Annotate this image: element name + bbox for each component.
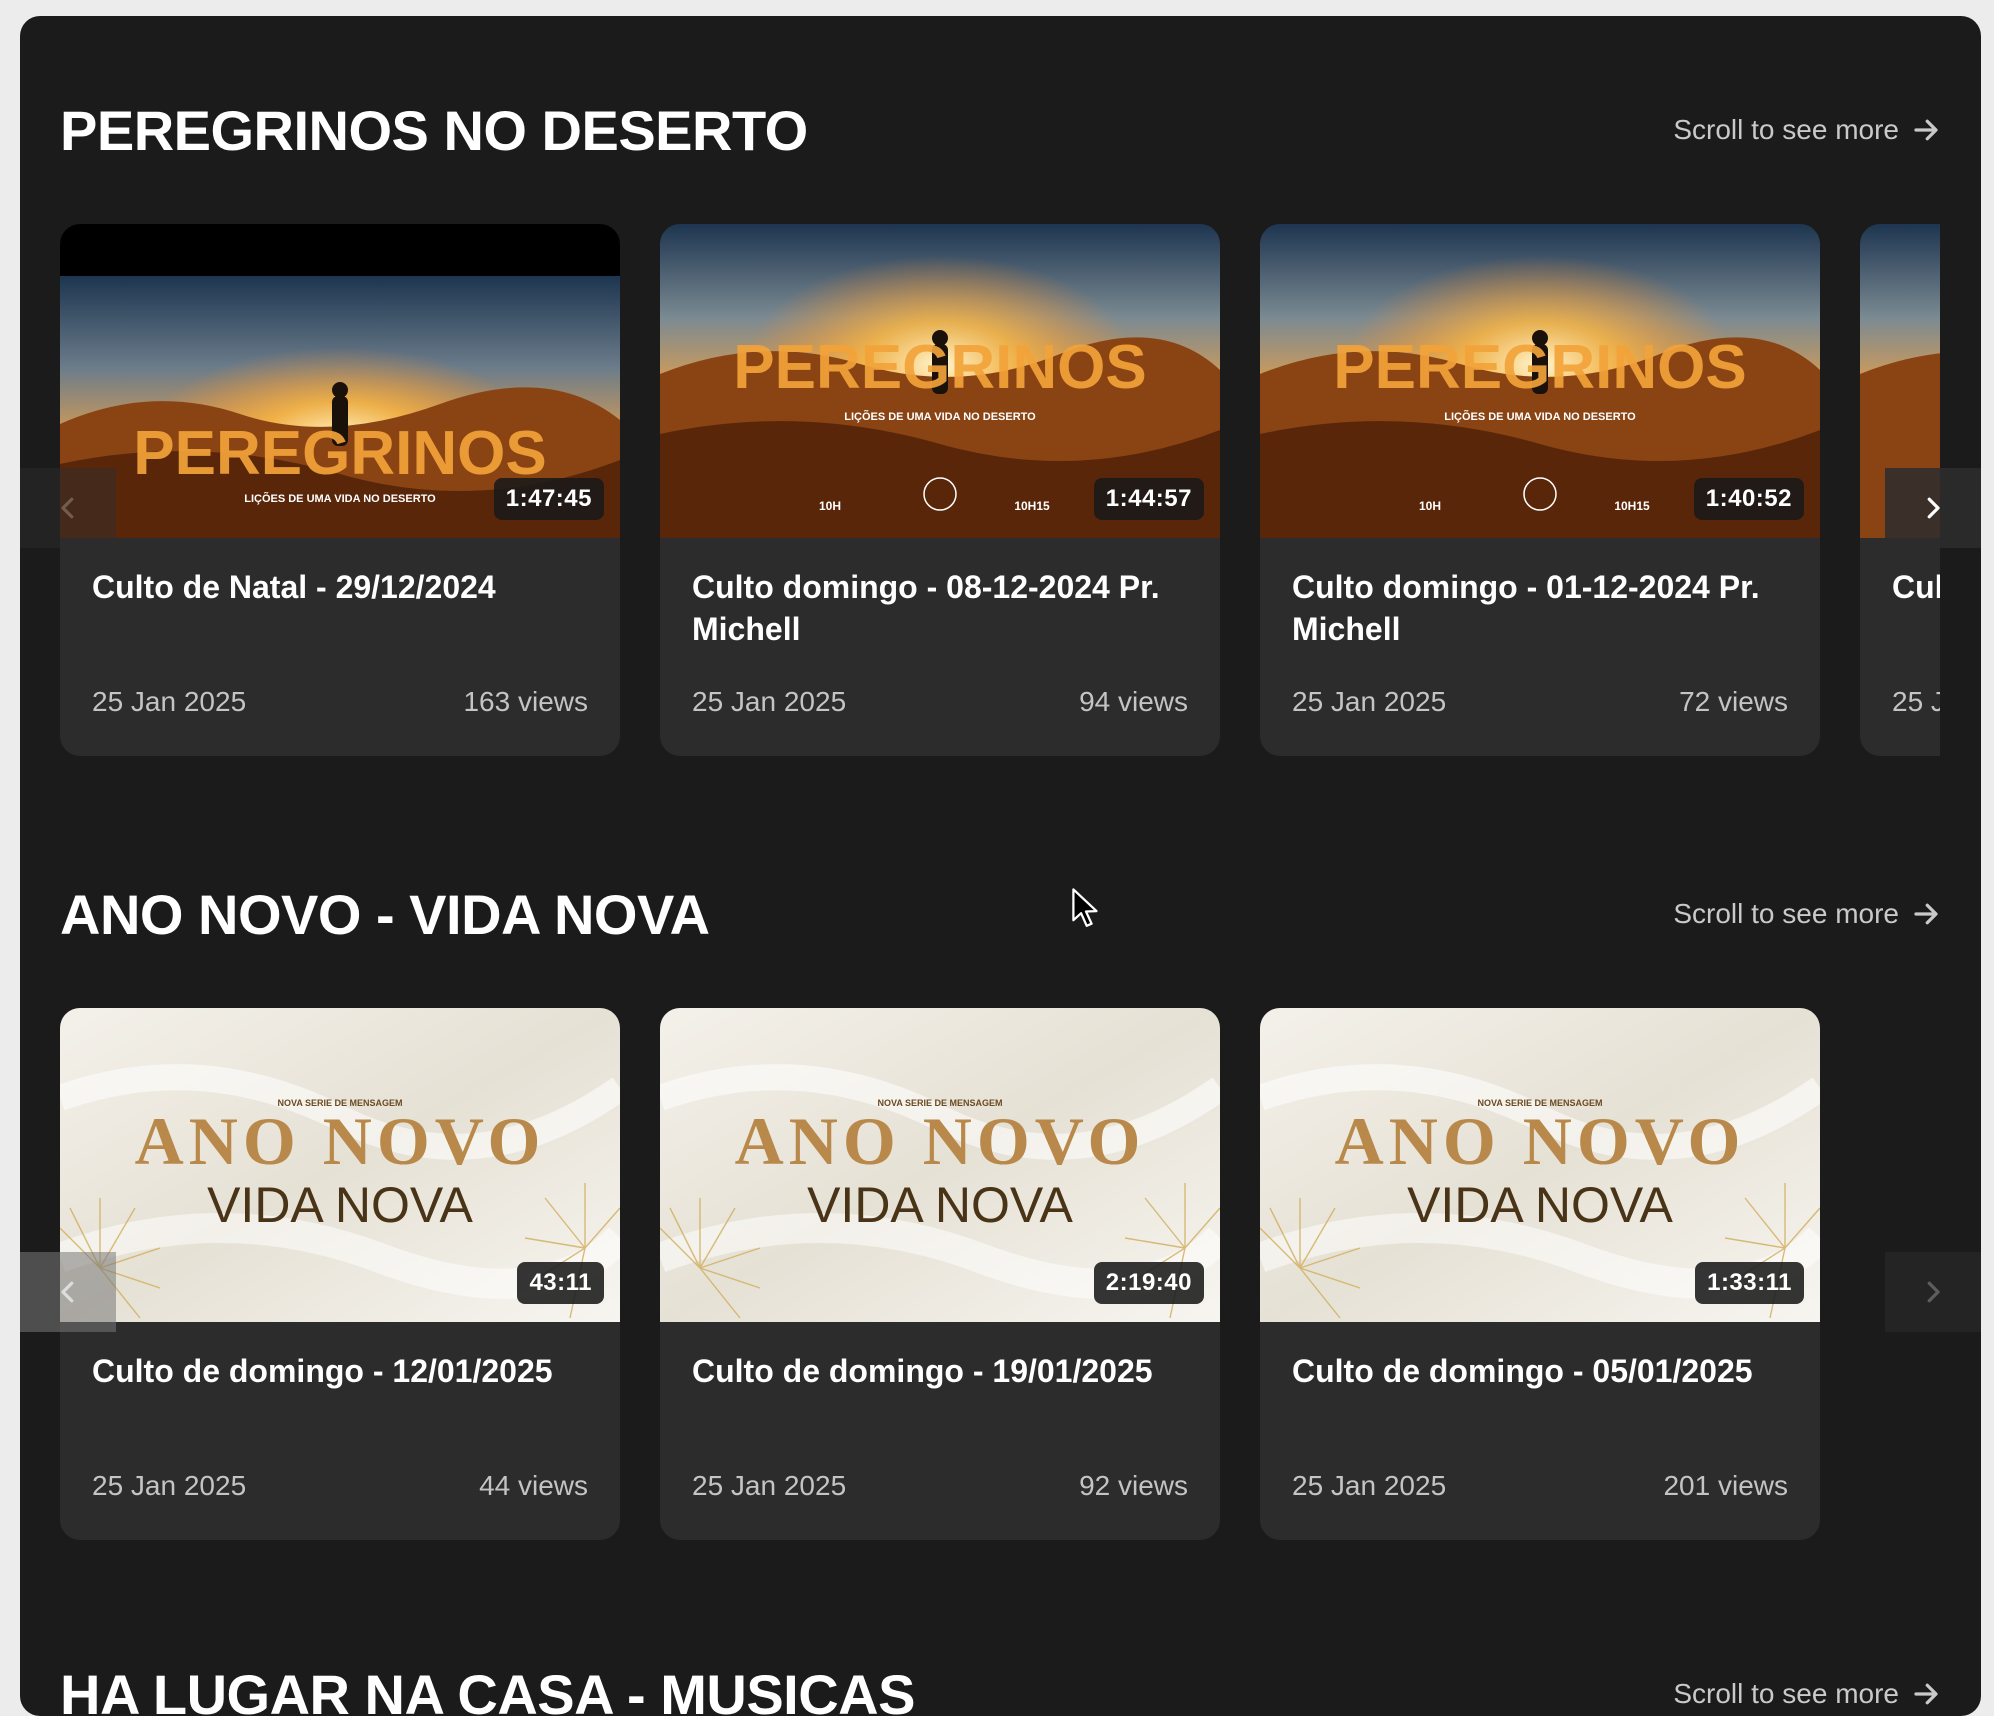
video-views: 163 views [463,686,588,717]
video-thumbnail[interactable]: PEREGRINOS LIÇÕES DE UMA VIDA NO DESERTO… [1260,224,1820,538]
video-title[interactable]: Culto de domingo - 12/01/2025 [92,1350,592,1392]
chevron-left-icon [61,1281,74,1303]
art-word: ANO NOVO [1335,1103,1746,1179]
video-thumbnail[interactable]: NOVA SERIE DE MENSAGEM ANO NOVO VIDA NOV… [660,1008,1220,1322]
video-title[interactable]: Culto domingo - 08-12-2024 Pr. Michell [692,566,1192,650]
art-time-2: 10H15 [1014,499,1050,513]
video-meta: 25 J [1892,684,1940,720]
art-subtitle: VIDA NOVA [807,1177,1073,1233]
video-meta: 25 Jan 2025 163 views [92,684,588,720]
video-card[interactable]: PEREGRINOS LIÇÕES DE UMA VIDA NO DESERTO… [660,224,1220,756]
video-rail: PEREGRINOS LIÇÕES DE UMA VIDA NO DESERTO… [60,224,1940,760]
video-thumbnail[interactable]: PEREGRINOS LIÇÕES DE UMA VIDA NO DESERTO… [660,224,1220,538]
scroll-more-link[interactable]: Scroll to see more [1673,110,1941,150]
carousel-prev-button[interactable] [20,468,116,548]
video-title[interactable]: Culto de domingo - 19/01/2025 [692,1350,1192,1392]
page-container: PEREGRINOS NO DESERTO Scroll to see more [20,16,1981,1716]
scroll-more-link[interactable]: Scroll to see more [1673,1674,1941,1714]
video-date: 25 Jan 2025 [92,1470,247,1501]
video-card[interactable]: PEREGRINOS LIÇÕES DE UMA VIDA NO DESERTO… [1260,224,1820,756]
art-subtitle: LIÇÕES DE UMA VIDA NO DESERTO [1444,410,1636,423]
video-meta: 25 Jan 2025 94 views [692,684,1188,720]
section-title: HA LUGAR NA CASA - MUSICAS [60,1663,915,1716]
video-views: 44 views [479,1470,588,1501]
duration-badge: 1:33:11 [1695,1262,1804,1304]
section-title: PEREGRINOS NO DESERTO [60,99,808,162]
video-date: 25 Jan 2025 [92,686,247,717]
video-title[interactable]: Cul [1892,566,1940,608]
art-time-1: 10H [1419,499,1441,513]
video-date: 25 J [1892,686,1940,717]
chevron-right-icon [1927,1281,1940,1303]
scroll-more-link[interactable]: Scroll to see more [1673,894,1941,934]
video-views: 72 views [1679,686,1788,717]
art-word: PEREGRINOS [733,333,1146,402]
arrow-right-icon [1914,903,1938,925]
chevron-right-icon [1927,497,1940,519]
scroll-more-label: Scroll to see more [1673,1678,1899,1709]
video-card[interactable]: NOVA SERIE DE MENSAGEM ANO NOVO VIDA NOV… [660,1008,1220,1540]
video-title[interactable]: Culto de domingo - 05/01/2025 [1292,1350,1792,1392]
video-title[interactable]: Culto domingo - 01-12-2024 Pr. Michell [1292,566,1792,650]
art-word: ANO NOVO [735,1103,1146,1179]
arrow-right-icon [1914,119,1938,141]
art-subtitle: LIÇÕES DE UMA VIDA NO DESERTO [244,492,436,505]
scroll-more-label: Scroll to see more [1673,114,1899,145]
carousel-prev-button[interactable] [20,1252,116,1332]
section-title: ANO NOVO - VIDA NOVA [60,883,710,946]
video-thumbnail[interactable]: PEREGRINOS LIÇÕES DE UMA VIDA NO DESERTO… [60,224,620,538]
duration-badge: 1:47:45 [493,478,604,520]
video-thumbnail[interactable]: NOVA SERIE DE MENSAGEM ANO NOVO VIDA NOV… [60,1008,620,1322]
video-date: 25 Jan 2025 [1292,686,1447,717]
art-word: PEREGRINOS [133,419,546,488]
video-date: 25 Jan 2025 [692,686,847,717]
video-meta: 25 Jan 2025 92 views [692,1468,1188,1504]
duration-badge: 2:19:40 [1093,1262,1204,1304]
mouse-cursor-icon [1072,888,1098,927]
duration-badge: 1:44:57 [1093,478,1204,520]
carousel-next-button[interactable] [1885,468,1981,548]
video-meta: 25 Jan 2025 201 views [1292,1468,1788,1504]
art-time-1: 10H [819,499,841,513]
video-thumbnail[interactable]: NOVA SERIE DE MENSAGEM ANO NOVO VIDA NOV… [1260,1008,1820,1322]
art-subtitle: VIDA NOVA [207,1177,473,1233]
video-card[interactable]: PEREGRINOS LIÇÕES DE UMA VIDA NO DESERTO… [60,224,620,756]
art-time-2: 10H15 [1614,499,1650,513]
video-rail: NOVA SERIE DE MENSAGEM ANO NOVO VIDA NOV… [60,1008,1940,1544]
video-meta: 25 Jan 2025 72 views [1292,684,1788,720]
video-title[interactable]: Culto de Natal - 29/12/2024 [92,566,592,608]
art-word: PEREGRINOS [1333,333,1746,402]
art-subtitle: LIÇÕES DE UMA VIDA NO DESERTO [844,410,1036,423]
duration-badge: 43:11 [517,1262,604,1304]
duration-badge: 1:40:52 [1693,478,1804,520]
carousel-next-button[interactable] [1885,1252,1981,1332]
art-subtitle: VIDA NOVA [1407,1177,1673,1233]
video-date: 25 Jan 2025 [692,1470,847,1501]
scroll-more-label: Scroll to see more [1673,898,1899,929]
video-views: 201 views [1663,1470,1788,1501]
video-card[interactable]: NOVA SERIE DE MENSAGEM ANO NOVO VIDA NOV… [1260,1008,1820,1540]
chevron-left-icon [61,497,74,519]
video-views: 92 views [1079,1470,1188,1501]
video-meta: 25 Jan 2025 44 views [92,1468,588,1504]
video-date: 25 Jan 2025 [1292,1470,1447,1501]
video-card[interactable]: NOVA SERIE DE MENSAGEM ANO NOVO VIDA NOV… [60,1008,620,1540]
art-word: ANO NOVO [135,1103,546,1179]
arrow-right-icon [1914,1683,1938,1705]
video-views: 94 views [1079,686,1188,717]
